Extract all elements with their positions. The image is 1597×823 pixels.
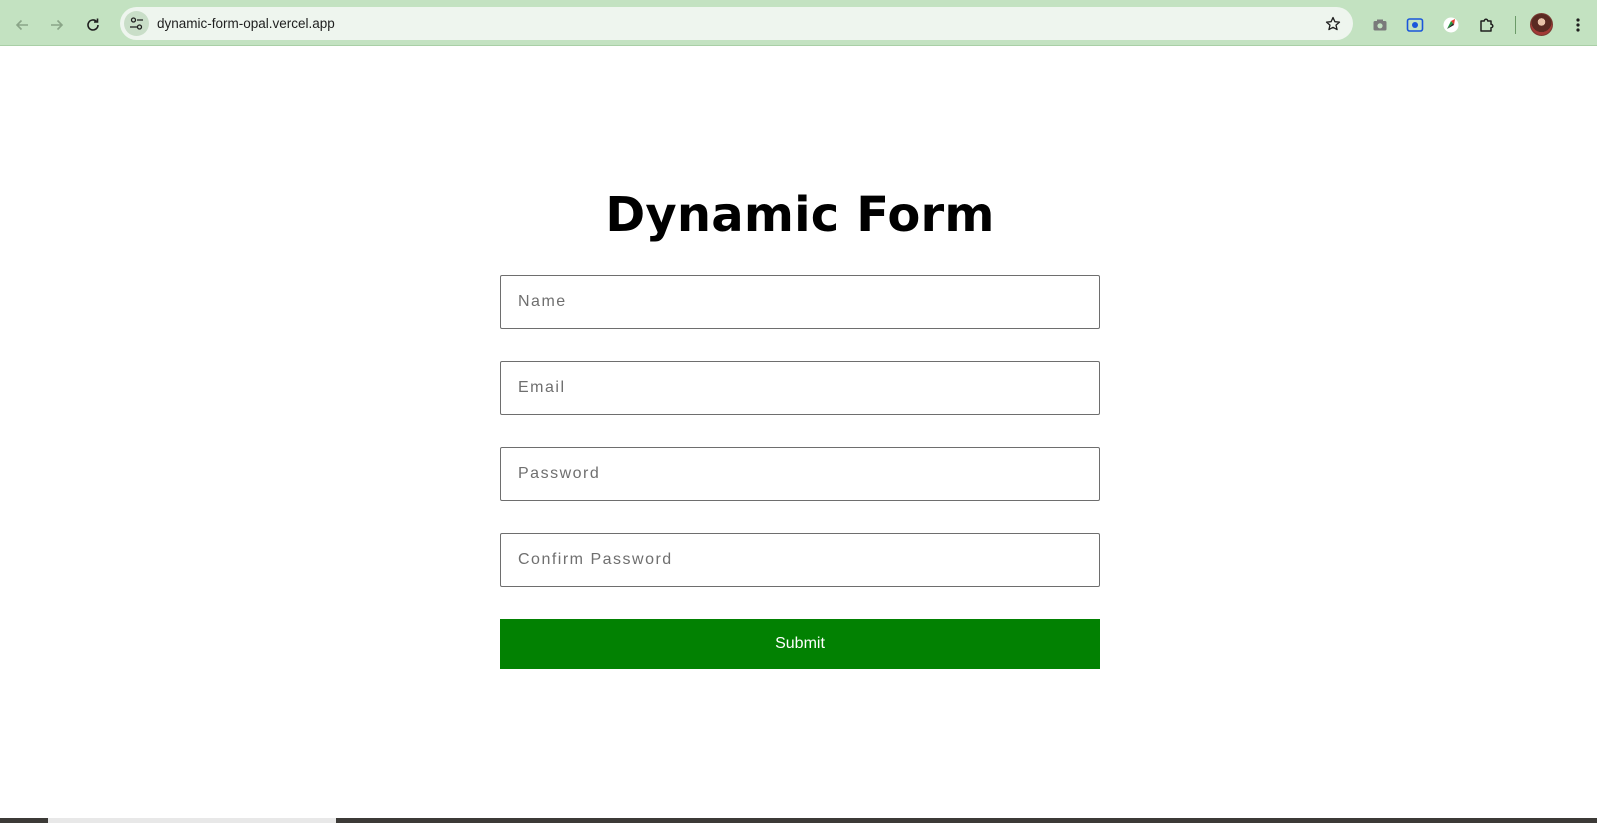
confirm-password-input[interactable] (500, 533, 1100, 587)
toolbar-divider (1515, 16, 1516, 34)
dynamic-form: Submit (500, 275, 1100, 669)
puzzle-icon (1480, 18, 1494, 32)
star-icon (1325, 16, 1341, 31)
extensions-button[interactable] (1472, 10, 1502, 40)
more-vert-icon (1576, 18, 1580, 32)
url-text[interactable]: dynamic-form-opal.vercel.app (157, 7, 335, 40)
address-bar[interactable]: dynamic-form-opal.vercel.app (120, 7, 1353, 40)
back-arrow-icon (15, 19, 28, 31)
site-info-button[interactable] (124, 11, 149, 36)
password-input[interactable] (500, 447, 1100, 501)
color-extension-button[interactable] (1436, 10, 1466, 40)
camera-icon (1373, 19, 1387, 31)
browser-menu-button[interactable] (1563, 10, 1593, 40)
reload-icon (87, 18, 99, 31)
forward-button[interactable] (42, 10, 72, 40)
camera-extension-button[interactable] (1365, 10, 1395, 40)
color-picker-icon (1443, 17, 1459, 33)
screen-capture-extension-button[interactable] (1400, 10, 1430, 40)
name-input[interactable] (500, 275, 1100, 329)
submit-button[interactable]: Submit (500, 619, 1100, 669)
tune-icon (130, 17, 143, 30)
profile-avatar[interactable] (1530, 13, 1553, 36)
email-input[interactable] (500, 361, 1100, 415)
bookmark-star-button[interactable] (1323, 14, 1343, 34)
page-body: Dynamic Form Submit (0, 47, 1597, 815)
forward-arrow-icon (51, 19, 64, 31)
taskbar-strip (0, 818, 1597, 823)
browser-toolbar: dynamic-form-opal.vercel.app (0, 6, 1597, 46)
back-button[interactable] (7, 10, 37, 40)
page-title: Dynamic Form (605, 187, 995, 243)
screen-record-icon (1406, 18, 1424, 32)
reload-button[interactable] (78, 10, 108, 40)
taskbar-highlight (48, 818, 336, 823)
